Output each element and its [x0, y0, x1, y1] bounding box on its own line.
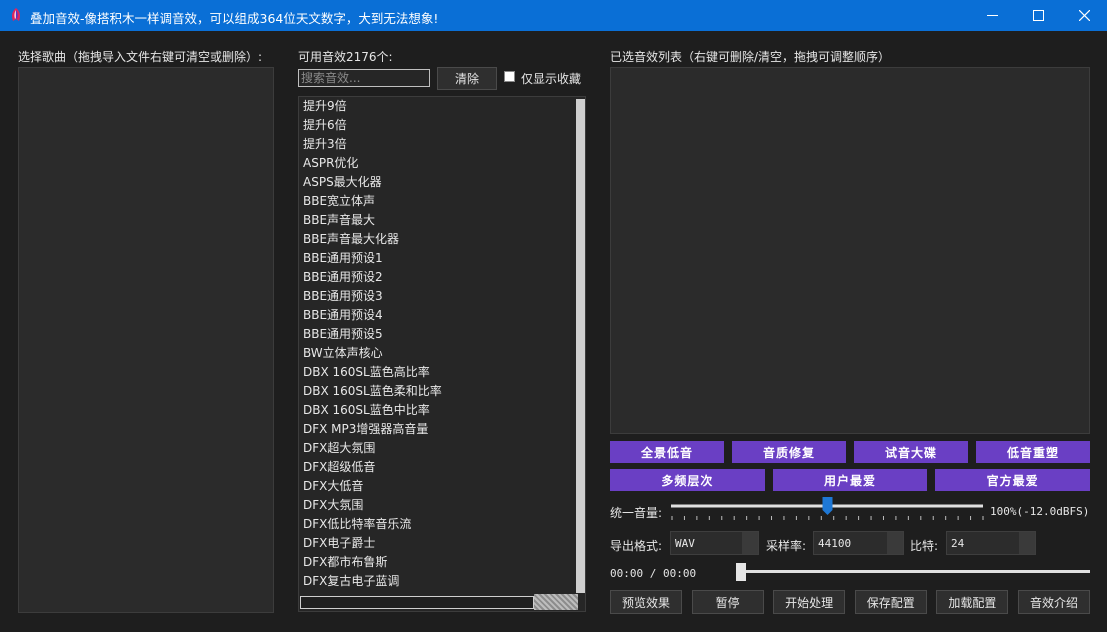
effect-list-item[interactable]: BBE通用预设5 — [303, 325, 383, 344]
effect-list-item[interactable]: DBX 160SL蓝色柔和比率 — [303, 382, 442, 401]
app-logo-icon — [12, 8, 20, 21]
effect-list-item[interactable]: ASPS最大化器 — [303, 173, 382, 192]
action-button[interactable]: 加载配置 — [936, 590, 1009, 614]
minimize-icon — [986, 15, 998, 16]
sample-rate-value: 44100 — [818, 537, 852, 550]
effect-list-item[interactable]: BBE声音最大化器 — [303, 230, 399, 249]
bit-depth-select[interactable]: 24 — [946, 531, 1036, 555]
preset-button[interactable]: 低音重塑 — [976, 441, 1090, 463]
effect-list-item[interactable]: DBX 160SL蓝色高比率 — [303, 363, 430, 382]
selected-effects-list[interactable] — [610, 67, 1090, 434]
sample-rate-dropdown-icon — [887, 532, 903, 554]
favorites-checkbox[interactable] — [504, 71, 515, 82]
action-button[interactable]: 预览效果 — [610, 590, 682, 614]
action-button[interactable]: 暂停 — [691, 590, 764, 614]
action-button[interactable]: 音效介绍 — [1018, 590, 1090, 614]
preset-button[interactable]: 音质修复 — [732, 441, 846, 463]
preset-button[interactable]: 官方最爱 — [935, 469, 1090, 491]
time-display: 00:00 / 00:00 — [610, 567, 697, 580]
sample-rate-select[interactable]: 44100 — [813, 531, 904, 555]
bit-depth-value: 24 — [951, 537, 965, 550]
clear-button[interactable]: 清除 — [437, 67, 497, 90]
effect-list-item[interactable]: 提升3倍 — [303, 135, 347, 154]
effects-list-scrollbar[interactable] — [576, 99, 585, 593]
action-button[interactable]: 保存配置 — [854, 590, 927, 614]
format-value: WAV — [675, 537, 695, 550]
preset-button[interactable]: 多频层次 — [610, 469, 765, 491]
effect-list-item[interactable]: BBE通用预设3 — [303, 287, 383, 306]
effect-list-item[interactable]: DFX超大氛围 — [303, 439, 375, 458]
effect-list-item[interactable]: DFX MP3增强器高音量 — [303, 420, 428, 439]
effect-list-item[interactable]: BBE宽立体声 — [303, 192, 375, 211]
effect-list-item[interactable]: BW立体声核心 — [303, 344, 383, 363]
minimize-button[interactable] — [969, 0, 1015, 31]
effect-list-item[interactable]: BBE通用预设1 — [303, 249, 383, 268]
action-button[interactable]: 开始处理 — [773, 590, 846, 614]
effect-list-item[interactable]: 提升9倍 — [303, 97, 347, 116]
effect-list-item[interactable]: DFX电子爵士 — [303, 534, 375, 553]
sample-rate-label: 采样率: — [766, 539, 807, 553]
bit-depth-label: 比特: — [910, 539, 939, 553]
volume-label: 统一音量: — [610, 506, 663, 520]
song-list-label: 选择歌曲（拖拽导入文件右键可清空或删除）: — [18, 50, 263, 64]
effects-list[interactable]: 提升9倍 提升6倍 提升3倍 ASPR优化 ASPS最大化器 BBE宽立体声 BBE声音最大… — [298, 96, 586, 612]
close-button[interactable] — [1061, 0, 1107, 31]
bit-depth-dropdown-icon — [1019, 532, 1035, 554]
title-bar: 叠加音效-像搭积木一样调音效，可以组成364位天文数字，大到无法想象! — [0, 0, 1107, 31]
effect-list-item[interactable]: BBE声音最大 — [303, 211, 375, 230]
effect-list-item[interactable]: DFX复古电子蓝调 — [303, 572, 399, 591]
volume-slider[interactable] — [668, 496, 988, 524]
maximize-button[interactable] — [1015, 0, 1061, 31]
volume-slider-thumb — [822, 497, 833, 515]
effect-list-item[interactable]: DFX超级低音 — [303, 458, 375, 477]
effect-list-item[interactable]: 提升6倍 — [303, 116, 347, 135]
close-icon — [1078, 10, 1090, 21]
preset-button[interactable]: 全景低音 — [610, 441, 724, 463]
effect-list-item[interactable]: DFX都市布鲁斯 — [303, 553, 387, 572]
search-input[interactable] — [298, 69, 430, 87]
favorites-label: 仅显示收藏 — [521, 72, 582, 86]
playback-progress[interactable] — [740, 570, 1090, 573]
volume-value: 100%(-12.0dBFS) — [990, 505, 1090, 518]
effects-count-label: 可用音效2176个: — [298, 50, 393, 64]
format-dropdown-icon — [742, 532, 758, 554]
effect-list-item[interactable]: DFX大氛围 — [303, 496, 363, 515]
effect-list-item[interactable]: DFX大低音 — [303, 477, 363, 496]
effect-list-item[interactable]: DBX 160SL蓝色中比率 — [303, 401, 430, 420]
selected-effects-label: 已选音效列表（右键可删除/清空，拖拽可调整顺序） — [610, 50, 891, 64]
effect-list-item[interactable]: DFX低比特率音乐流 — [303, 515, 411, 534]
maximize-icon — [1032, 10, 1044, 21]
song-list[interactable] — [18, 67, 274, 613]
effects-list-hscroll[interactable] — [300, 596, 534, 609]
effect-list-item[interactable]: BBE通用预设4 — [303, 306, 383, 325]
format-label: 导出格式: — [610, 539, 663, 553]
preset-button[interactable]: 用户最爱 — [772, 469, 928, 491]
format-select[interactable]: WAV — [670, 531, 759, 555]
effect-list-item[interactable]: BBE通用预设2 — [303, 268, 383, 287]
scroll-corner — [534, 594, 578, 610]
window-title: 叠加音效-像搭积木一样调音效，可以组成364位天文数字，大到无法想象! — [30, 11, 439, 26]
playback-progress-thumb[interactable] — [736, 563, 746, 581]
effect-list-item[interactable]: ASPR优化 — [303, 154, 358, 173]
preset-button[interactable]: 试音大碟 — [854, 441, 968, 463]
